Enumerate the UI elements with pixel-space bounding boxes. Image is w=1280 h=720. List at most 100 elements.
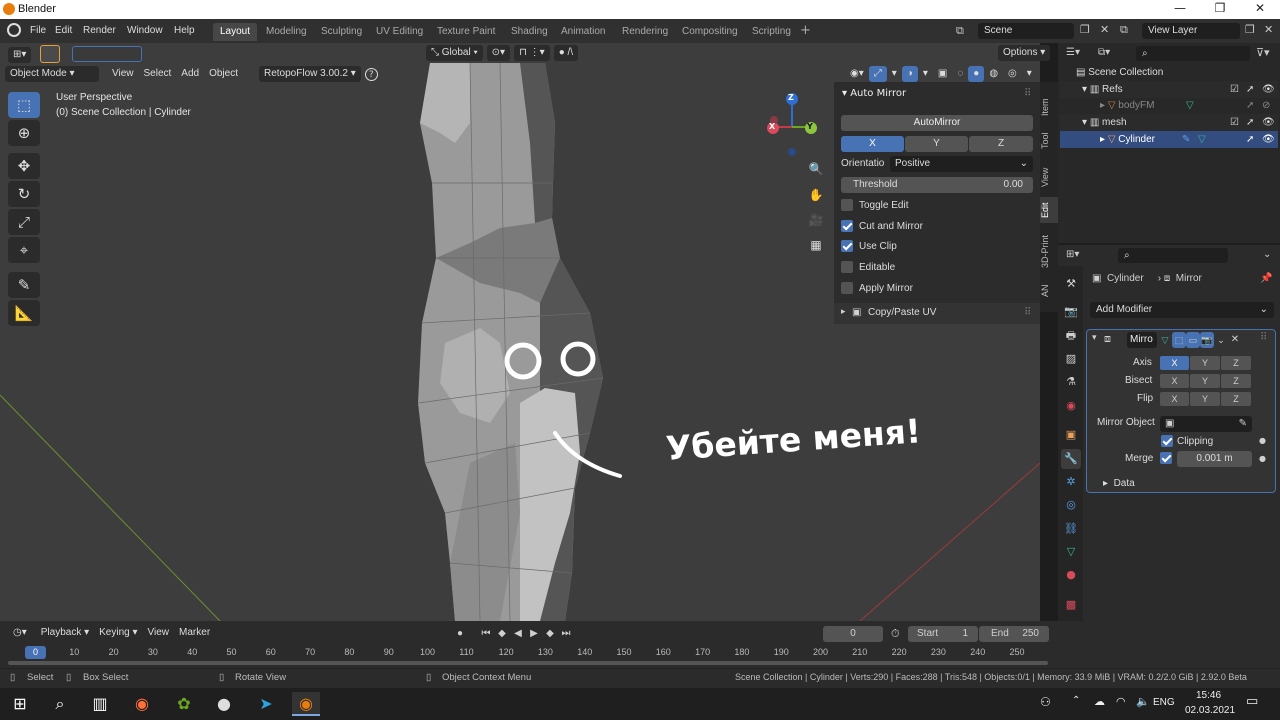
object-menu[interactable]: Object [204, 66, 243, 82]
tab-texture-paint[interactable]: Texture Paint [430, 23, 502, 41]
tab-shading[interactable]: Shading [504, 23, 555, 41]
rotate-tool-icon[interactable]: ↻ [8, 181, 40, 207]
outliner-refs[interactable]: ▾ ▥ Refs ☑ ➚ 👁 [1060, 81, 1278, 98]
rendered-shading-icon[interactable]: ◎ [1003, 66, 1022, 82]
onedrive-icon[interactable]: ☁ [1094, 695, 1105, 708]
keyframe-dot-icon[interactable]: ● [1259, 436, 1266, 445]
scene-name-field[interactable]: Scene [978, 23, 1074, 39]
xray-icon[interactable]: ▣ [933, 66, 952, 82]
cursor-icon[interactable]: ➚ [1246, 114, 1254, 131]
apply-mirror-check[interactable] [841, 282, 853, 294]
jump-end-icon[interactable]: ⏭ [558, 626, 574, 642]
tab-rendering[interactable]: Rendering [615, 23, 675, 41]
menu-edit[interactable]: Edit [49, 23, 78, 39]
physics-tab-icon[interactable]: ◎ [1061, 495, 1081, 515]
cut-and-mirror-checkbox[interactable]: Cut and Mirror [841, 220, 923, 232]
tray-chevron-icon[interactable]: ⌃ [1072, 695, 1080, 706]
outliner-search-input[interactable]: ⌕ [1136, 46, 1250, 61]
options-dropdown[interactable]: Options ▾ [998, 45, 1051, 61]
texture-tab-icon[interactable]: ▩ [1061, 595, 1081, 615]
wifi-icon[interactable]: ◠ [1116, 695, 1126, 708]
proportional-edit-icon[interactable]: ● /\ [553, 45, 579, 61]
material-shading-icon[interactable]: ◍ [984, 66, 1003, 82]
gizmo-toggle-icon[interactable]: ⤢ [868, 66, 887, 82]
axis-y-button[interactable]: Y [905, 136, 968, 152]
threshold-field[interactable]: Threshold 0.00 [841, 177, 1033, 193]
current-frame-field[interactable]: 0 [823, 626, 883, 642]
cursor-disabled-icon[interactable]: ➚ [1246, 97, 1254, 114]
toggle-edit-checkbox[interactable]: Toggle Edit [841, 199, 908, 211]
axis-z-button[interactable]: Z [969, 136, 1033, 152]
tab-layout[interactable]: Layout [213, 23, 258, 41]
use-clip-checkbox[interactable]: Use Clip [841, 240, 897, 252]
zoom-icon[interactable]: 🔍 [807, 162, 825, 180]
select-box-modes[interactable] [72, 46, 142, 62]
flip-axis-z[interactable]: Z [1221, 392, 1251, 406]
timeline-editor-icon[interactable]: ◷▾ [8, 625, 32, 641]
retopoflow-menu[interactable]: RetopoFlow 3.00.2 ▾ [259, 66, 361, 82]
add-menu[interactable]: Add [176, 66, 204, 82]
view-layer-icon[interactable]: ⧉ [1120, 23, 1128, 37]
properties-search-input[interactable]: ⌕ [1118, 248, 1228, 263]
mirror-axis-x[interactable]: X [1160, 356, 1189, 370]
world-tab-icon[interactable]: ◉ [1061, 396, 1081, 416]
scene-selector-icon[interactable]: ⧉ [956, 24, 964, 38]
tool-tab-icon[interactable]: ⚒ [1061, 274, 1081, 294]
tab-sculpting[interactable]: Sculpting [314, 23, 369, 41]
editable-checkbox[interactable]: Editable [841, 261, 895, 273]
cursor-icon[interactable]: ➚ [1246, 131, 1254, 148]
bisect-axis-x[interactable]: X [1160, 374, 1189, 388]
close-window-button[interactable]: ✕ [1240, 1, 1280, 18]
mirror-axis-y[interactable]: Y [1190, 356, 1220, 370]
play-reverse-icon[interactable]: ◀ [510, 626, 526, 642]
toggle-edit-check[interactable] [841, 199, 853, 211]
display-mode-icon[interactable]: ⧉▾ [1098, 47, 1110, 58]
add-modifier-dropdown[interactable]: Add Modifier ⌄ [1090, 302, 1274, 318]
collapse-arrow-icon[interactable]: ▾ [1092, 333, 1097, 343]
view-layer-tab-icon[interactable]: ▨ [1061, 349, 1081, 369]
eye-closed-icon[interactable]: ⊘ [1262, 97, 1270, 114]
next-keyframe-icon[interactable]: ◆ [542, 626, 558, 642]
scale-tool-icon[interactable]: ⤢ [8, 209, 40, 235]
gizmo-y-label[interactable]: Y [807, 122, 813, 131]
tab-3d-print[interactable]: 3D-Print [1040, 230, 1058, 272]
eye-icon[interactable]: 👁 [1262, 114, 1275, 131]
constraints-tab-icon[interactable]: ⛓ [1061, 519, 1081, 539]
windows-start-icon[interactable]: ⊞ [6, 692, 34, 716]
measure-tool-icon[interactable]: 📐 [8, 300, 40, 326]
select-menu[interactable]: Select [139, 66, 177, 82]
view-layer-field[interactable]: View Layer [1142, 23, 1240, 39]
properties-editor-icon[interactable]: ⊞▾ [1066, 249, 1079, 260]
tab-edit[interactable]: Edit [1040, 197, 1058, 223]
properties-options-icon[interactable]: ⌄ [1263, 249, 1271, 260]
modifier-tab-icon[interactable]: 🔧 [1061, 449, 1081, 469]
flip-axis-x[interactable]: X [1160, 392, 1189, 406]
overlay-dropdown-icon[interactable]: ▾ [918, 66, 933, 82]
minimize-button[interactable]: — [1160, 1, 1200, 18]
menu-window[interactable]: Window [121, 23, 169, 39]
clock-date[interactable]: 02.03.2021 [1185, 705, 1235, 716]
use-clip-check[interactable] [841, 240, 853, 252]
stopwatch-icon[interactable]: ⏱ [891, 627, 900, 641]
eyedropper-icon[interactable]: ✎ [1239, 416, 1247, 432]
camera-view-icon[interactable]: 🎥 [807, 213, 825, 231]
axis-x-button[interactable]: X [841, 136, 904, 152]
render-display-icon[interactable]: 📷 [1200, 332, 1214, 348]
tab-scripting[interactable]: Scripting [745, 23, 798, 41]
tab-animation[interactable]: Animation [554, 23, 612, 41]
auto-mirror-header[interactable]: ▾ Auto Mirror [842, 88, 906, 99]
clipping-checkbox[interactable]: Clipping [1161, 435, 1213, 447]
tab-uv-editing[interactable]: UV Editing [369, 23, 430, 41]
automirror-button[interactable]: AutoMirror [841, 115, 1033, 131]
timeline-view-menu[interactable]: View [143, 625, 175, 641]
start-frame-field[interactable]: Start 1 [908, 626, 978, 642]
volume-icon[interactable]: 🔈 [1136, 695, 1150, 708]
tab-an[interactable]: AN [1040, 280, 1058, 302]
green-app-icon[interactable]: ✿ [170, 692, 198, 716]
add-workspace-icon[interactable]: + [800, 23, 811, 38]
outliner-scene-collection[interactable]: ▤ Scene Collection [1060, 64, 1278, 81]
material-tab-icon[interactable]: ● [1061, 565, 1081, 585]
data-tab-icon[interactable]: ▽ [1061, 542, 1081, 562]
outliner-mesh[interactable]: ▾ ▥ mesh ☑ ➚ 👁 [1060, 114, 1278, 131]
select-tool-icon[interactable]: ⬚ [8, 92, 40, 118]
